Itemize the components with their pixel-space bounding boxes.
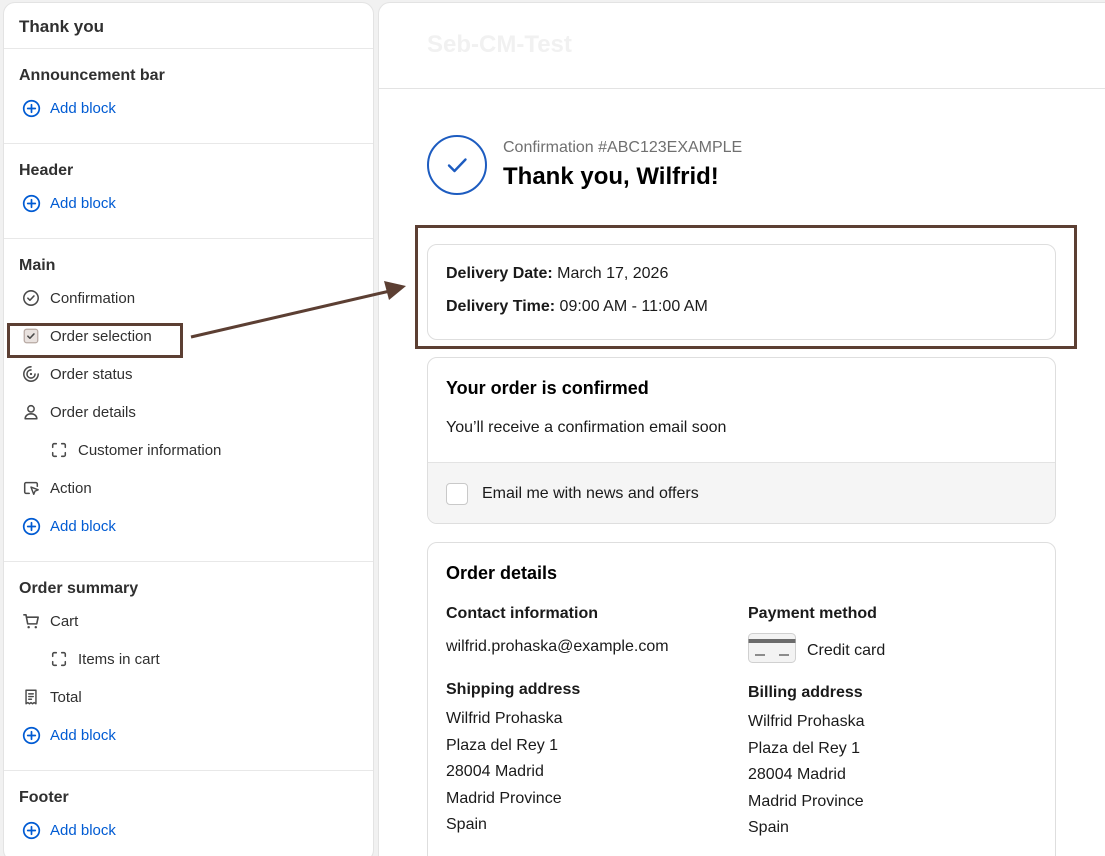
annotation-arrow <box>190 281 406 339</box>
